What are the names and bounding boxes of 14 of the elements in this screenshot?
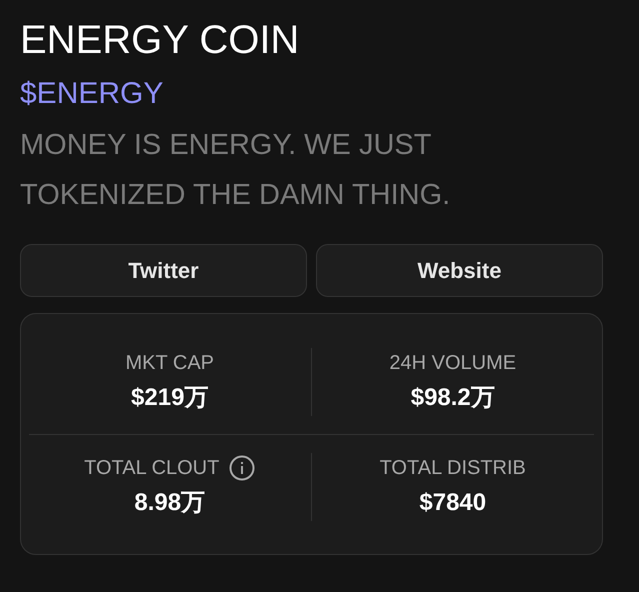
link-button[interactable]: Website bbox=[316, 244, 603, 297]
stat-label: 24H VOLUME bbox=[389, 351, 516, 376]
stat-label: MKT CAP bbox=[125, 351, 214, 376]
stat-value: $98.2万 bbox=[410, 383, 495, 413]
coin-title: ENERGY COIN bbox=[20, 17, 300, 64]
stat-label: TOTAL CLOUT bbox=[84, 456, 220, 481]
stat-value: $219万 bbox=[131, 383, 208, 413]
info-icon[interactable] bbox=[229, 455, 256, 481]
stat-value: $7840 bbox=[419, 488, 486, 518]
stat-value: 8.98万 bbox=[134, 488, 206, 518]
link-button[interactable]: Twitter bbox=[20, 244, 307, 297]
coin-description: MONEY IS ENERGY. WE JUST TOKENIZED THE DAMN THING. bbox=[20, 128, 452, 213]
coin-ticker: $ENERGY bbox=[20, 76, 164, 112]
stat-label: TOTAL DISTRIB bbox=[380, 456, 526, 481]
